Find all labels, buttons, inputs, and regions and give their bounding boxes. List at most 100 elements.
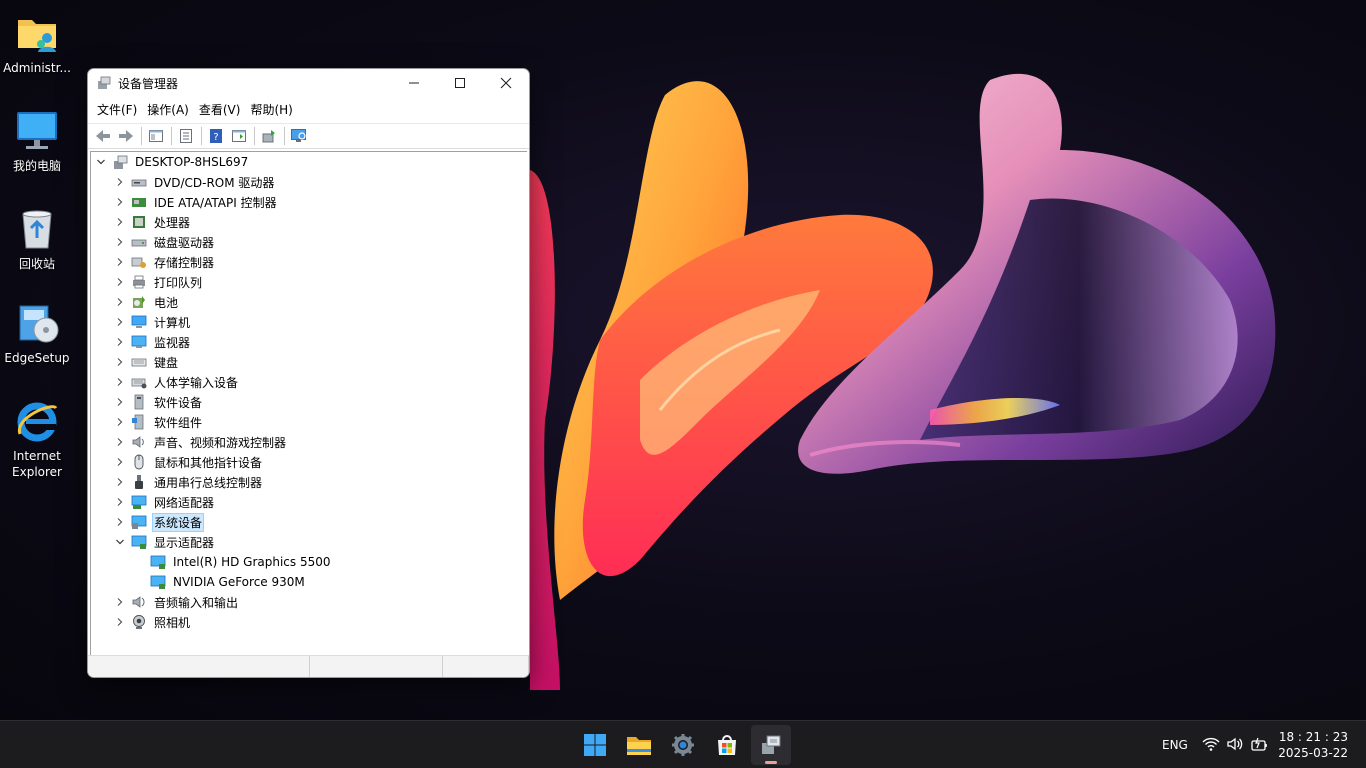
chevron-right-icon[interactable] <box>112 314 128 330</box>
device-row[interactable]: NVIDIA GeForce 930M <box>147 572 307 592</box>
menu-view[interactable]: 查看(V) <box>194 99 246 121</box>
wifi-icon[interactable] <box>1202 736 1220 755</box>
menu-bar: 文件(F) 操作(A) 查看(V) 帮助(H) <box>88 97 529 123</box>
forward-button[interactable] <box>115 125 137 147</box>
minimize-button[interactable] <box>391 69 437 97</box>
help-button[interactable]: ? <box>205 125 227 147</box>
chevron-right-icon[interactable] <box>112 234 128 250</box>
software-component-icon <box>131 414 147 430</box>
tree-root-label: DESKTOP-8HSL697 <box>135 155 249 169</box>
device-category-row[interactable]: 软件设备 <box>112 392 204 412</box>
desktop-icon-my-computer[interactable]: 我的电脑 <box>2 108 72 174</box>
toolbar-separator <box>201 127 202 145</box>
device-manager-taskbar-button[interactable] <box>751 725 791 765</box>
installer-icon <box>14 300 60 346</box>
chevron-right-icon[interactable] <box>112 394 128 410</box>
menu-action[interactable]: 操作(A) <box>142 99 194 121</box>
device-category-row[interactable]: 人体学输入设备 <box>112 372 240 392</box>
chevron-right-icon[interactable] <box>112 594 128 610</box>
device-category-row[interactable]: 鼠标和其他指针设备 <box>112 452 264 472</box>
device-category-label: 软件设备 <box>154 395 203 410</box>
back-button[interactable] <box>92 125 114 147</box>
chevron-right-icon[interactable] <box>112 614 128 630</box>
device-category-row[interactable]: 系统设备 <box>112 512 205 532</box>
store-button[interactable] <box>707 725 747 765</box>
properties-button[interactable] <box>175 125 197 147</box>
start-button[interactable] <box>575 725 615 765</box>
chevron-right-icon[interactable] <box>112 354 128 370</box>
maximize-button[interactable] <box>437 69 483 97</box>
taskbar: ENG 18 : 21 : 23 2025-03-22 <box>0 720 1366 768</box>
menu-help[interactable]: 帮助(H) <box>245 99 297 121</box>
device-category-row[interactable]: DVD/CD-ROM 驱动器 <box>112 172 276 192</box>
device-category-row[interactable]: 网络适配器 <box>112 492 216 512</box>
camera-icon <box>131 614 147 630</box>
device-category-row[interactable]: 磁盘驱动器 <box>112 232 216 252</box>
chevron-right-icon[interactable] <box>112 194 128 210</box>
device-category-row[interactable]: 电池 <box>112 292 180 312</box>
update-driver-button[interactable] <box>258 125 280 147</box>
chevron-right-icon[interactable] <box>112 274 128 290</box>
sound-icon <box>131 434 147 450</box>
device-category-row[interactable]: 音频输入和输出 <box>112 592 240 612</box>
device-category-row[interactable]: IDE ATA/ATAPI 控制器 <box>112 192 279 212</box>
device-category-row[interactable]: 软件组件 <box>112 412 204 432</box>
recycle-bin-icon <box>14 206 60 252</box>
scan-hardware-button[interactable] <box>288 125 310 147</box>
clock-date: 2025-03-22 <box>1278 746 1348 760</box>
action-pane-button[interactable] <box>228 125 250 147</box>
file-explorer-button[interactable] <box>619 725 659 765</box>
settings-button[interactable] <box>663 725 703 765</box>
device-category-row[interactable]: 计算机 <box>112 312 192 332</box>
desktop-icon-internet-explorer[interactable]: Internet Explorer <box>2 398 72 480</box>
device-category-row[interactable]: 监视器 <box>112 332 192 352</box>
desktop-icon-recycle-bin[interactable]: 回收站 <box>2 206 72 272</box>
device-category-row[interactable]: 声音、视频和游戏控制器 <box>112 432 288 452</box>
battery-icon[interactable] <box>1250 736 1268 755</box>
hid-icon <box>131 374 147 390</box>
chevron-down-icon[interactable] <box>112 534 128 550</box>
arrow-left-icon <box>96 130 110 142</box>
input-language-indicator[interactable]: ENG <box>1162 738 1188 752</box>
chevron-right-icon[interactable] <box>112 494 128 510</box>
toolbar-separator <box>171 127 172 145</box>
device-category-row[interactable]: 打印队列 <box>112 272 204 292</box>
chevron-right-icon[interactable] <box>112 334 128 350</box>
device-category-label: 监视器 <box>154 335 191 350</box>
tree-root[interactable]: DESKTOP-8HSL697 <box>93 152 250 172</box>
device-manager-window[interactable]: 设备管理器 文件(F) 操作(A) 查看(V) 帮助(H) ? DESKTOP-… <box>87 68 530 678</box>
chevron-right-icon[interactable] <box>112 214 128 230</box>
device-category-row[interactable]: 显示适配器 <box>112 532 216 552</box>
title-bar[interactable]: 设备管理器 <box>88 69 529 97</box>
device-category-label: 显示适配器 <box>154 535 215 550</box>
chevron-down-icon[interactable] <box>93 154 109 170</box>
ide-controller-icon <box>131 194 147 210</box>
desktop-icon-edgesetup[interactable]: EdgeSetup <box>2 300 72 366</box>
store-icon <box>718 735 736 755</box>
chevron-right-icon[interactable] <box>112 294 128 310</box>
chevron-right-icon[interactable] <box>112 434 128 450</box>
device-category-row[interactable]: 照相机 <box>112 612 192 632</box>
device-row[interactable]: Intel(R) HD Graphics 5500 <box>147 552 333 572</box>
chevron-right-icon[interactable] <box>112 514 128 530</box>
desktop-icon-administrator[interactable]: Administr... <box>2 10 72 76</box>
device-tree[interactable]: DESKTOP-8HSL697 DVD/CD-ROM 驱动器 IDE ATA/AT… <box>90 151 527 655</box>
display-adapter-icon <box>150 574 166 590</box>
device-category-row[interactable]: 处理器 <box>112 212 192 232</box>
device-category-row[interactable]: 通用串行总线控制器 <box>112 472 264 492</box>
device-category-label: 计算机 <box>154 315 191 330</box>
system-tray <box>1202 736 1268 755</box>
chevron-right-icon[interactable] <box>112 374 128 390</box>
chevron-right-icon[interactable] <box>112 254 128 270</box>
clock[interactable]: 18 : 21 : 23 2025-03-22 <box>1278 729 1348 761</box>
show-hide-console-tree-button[interactable] <box>145 125 167 147</box>
menu-file[interactable]: 文件(F) <box>92 99 142 121</box>
chevron-right-icon[interactable] <box>112 474 128 490</box>
volume-icon[interactable] <box>1226 736 1244 755</box>
chevron-right-icon[interactable] <box>112 414 128 430</box>
device-category-row[interactable]: 存储控制器 <box>112 252 216 272</box>
close-button[interactable] <box>483 69 529 97</box>
device-category-row[interactable]: 键盘 <box>112 352 180 372</box>
chevron-right-icon[interactable] <box>112 174 128 190</box>
chevron-right-icon[interactable] <box>112 454 128 470</box>
